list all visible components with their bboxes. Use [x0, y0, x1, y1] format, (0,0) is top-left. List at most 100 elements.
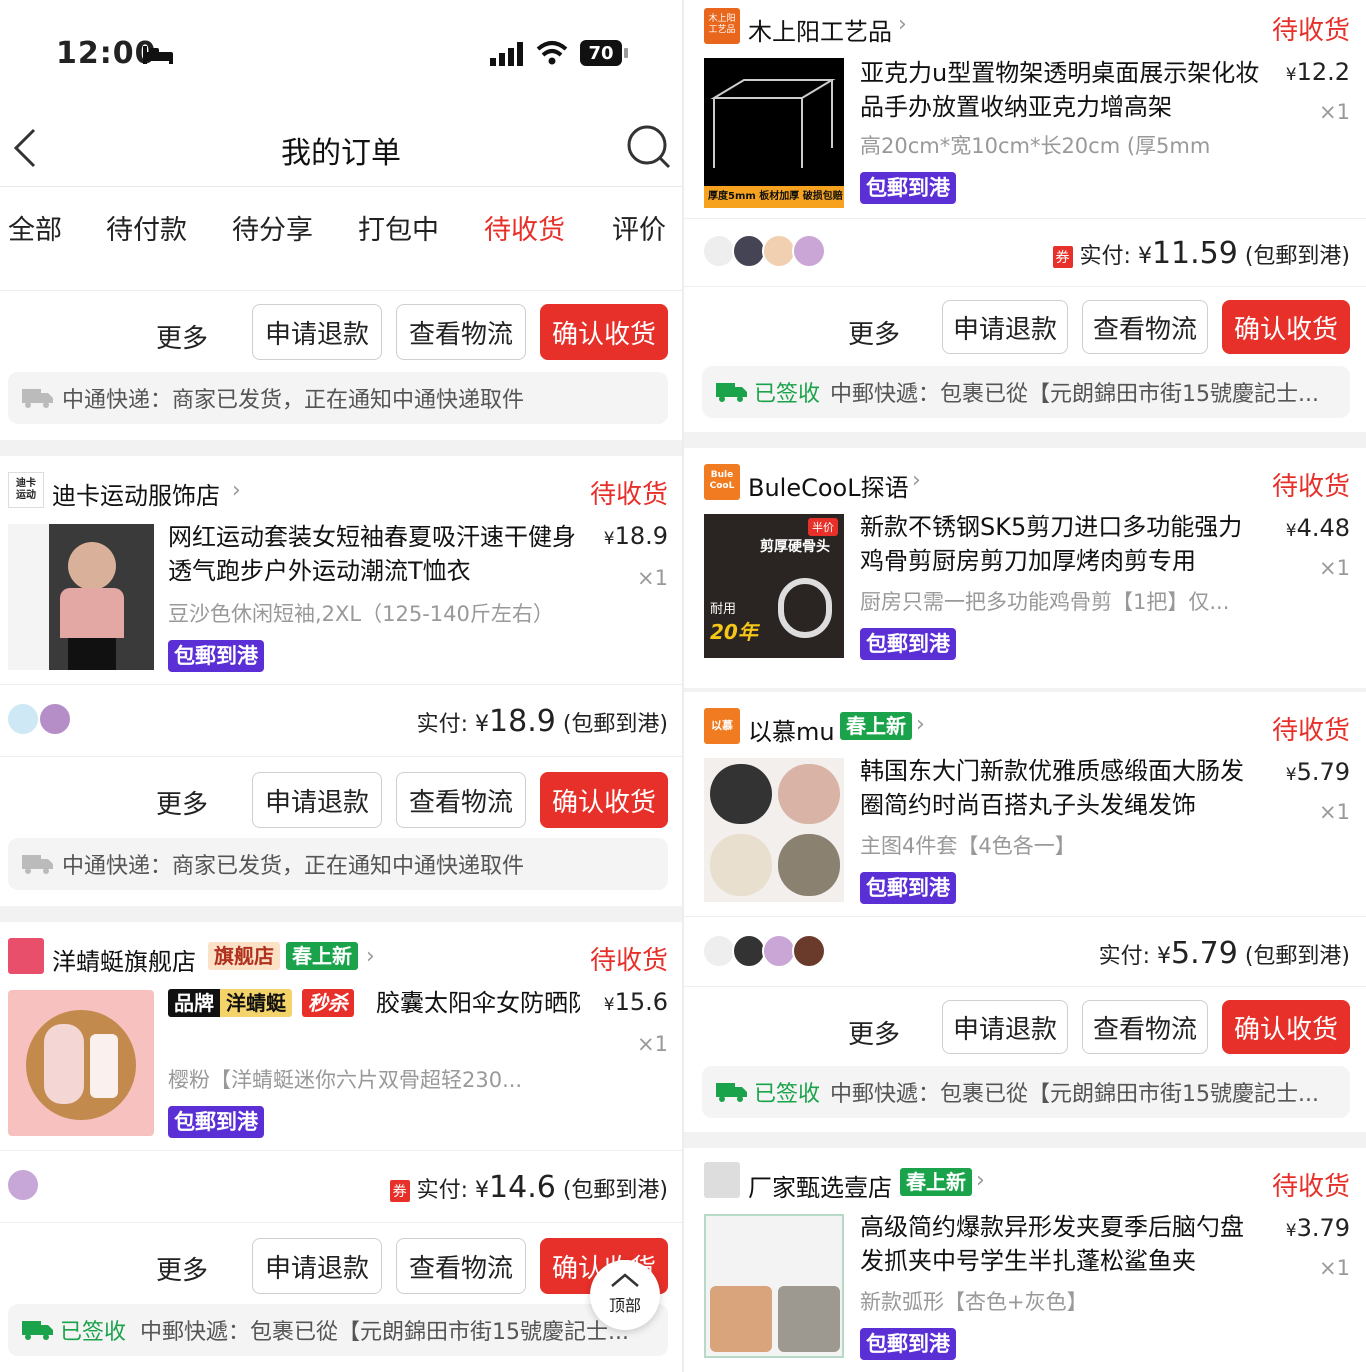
order-status: 待收货 [1272, 16, 1351, 46]
brand-tag: 品牌 [168, 989, 220, 1017]
refund-button[interactable]: 申请退款 [252, 304, 382, 360]
price-value: 3.79 [1296, 1214, 1350, 1242]
paid-label: 实付: [416, 1178, 476, 1203]
up-arrow-icon [611, 1273, 639, 1287]
bed-icon [143, 46, 173, 64]
confirm-receipt-button[interactable]: 确认收货 [1222, 1000, 1350, 1054]
tab-review[interactable]: 评价 [612, 208, 666, 247]
shop-name[interactable]: BuleCooL探语 [748, 468, 909, 503]
product-spec: 新款弧形【杏色+灰色】 [860, 1290, 1088, 1314]
logistics-button[interactable]: 查看物流 [1082, 1000, 1208, 1054]
currency-symbol: ¥ [475, 712, 490, 737]
more-button[interactable]: 更多 [156, 318, 208, 355]
refund-button[interactable]: 申请退款 [252, 1238, 382, 1294]
product-price: ¥3.79 [1272, 1214, 1350, 1242]
confirm-receipt-button[interactable]: 确认收货 [1222, 300, 1350, 354]
currency-symbol: ¥ [1285, 1221, 1297, 1241]
product-qty: ×1 [637, 566, 668, 590]
refund-button[interactable]: 申请退款 [942, 300, 1068, 354]
shop-name[interactable]: 以慕mu [748, 712, 835, 747]
product-qty: ×1 [1319, 800, 1350, 824]
refund-button[interactable]: 申请退款 [942, 1000, 1068, 1054]
chevron-right-icon: › [916, 712, 925, 737]
refund-button[interactable]: 申请退款 [252, 772, 382, 828]
tab-to-receive[interactable]: 待收货 [484, 208, 565, 247]
model-head [68, 542, 116, 590]
logistics-button[interactable]: 查看物流 [1082, 300, 1208, 354]
paid-amount: 实付: ¥5.79 (包郵到港) [1064, 936, 1350, 971]
paid-amount: 券 实付: ¥14.6 (包郵到港) [340, 1170, 668, 1205]
product-title[interactable]: 亚克力u型置物架透明桌面展示架化妆品手办放置收纳亚克力增高架 [860, 56, 1266, 126]
product-title[interactable]: 高级简约爆款异形发夹夏季后脑勺盘发抓夹中号学生半扎蓬松鲨鱼夹 [860, 1210, 1266, 1280]
product-price: ¥12.2 [1272, 58, 1350, 86]
logistics-bar[interactable]: 已签收 中郵快遞：包裹已從【元朗錦田市街15號慶記士... [702, 366, 1350, 418]
product-spec: 樱粉【洋蜻蜓迷你六片双骨超轻230... [168, 1068, 523, 1092]
logistics-text: 中郵快遞：包裹已從【元朗錦田市街15號慶記士... [830, 1082, 1319, 1107]
scissors-handle [778, 578, 832, 638]
divider [684, 218, 1366, 219]
order-card: Bule CooL BuleCooL探语 › 待收货 半价 剪厚硬骨头 耐用 20… [684, 448, 1366, 688]
model-pants [68, 638, 116, 670]
confirm-receipt-button[interactable]: 确认收货 [540, 304, 668, 360]
divider [0, 756, 682, 757]
product-spec: 主图4件套【4色各一】 [860, 834, 1076, 858]
truck-icon [716, 383, 747, 402]
truck-icon [22, 1321, 53, 1340]
product-image[interactable] [8, 990, 154, 1136]
product-title[interactable]: 网红运动套装女短袖春夏吸汗速干健身透气跑步户外运动潮流T恤衣 [168, 520, 578, 590]
logistics-text: 中郵快遞：包裹已從【元朗錦田市街15號慶記士... [140, 1320, 629, 1345]
product-price: ¥5.79 [1272, 758, 1350, 786]
paid-amount: 券 实付: ¥11.59 (包郵到港) [1024, 236, 1350, 271]
product-title[interactable]: 新款不锈钢SK5剪刀进口多功能强力鸡骨剪厨房剪刀加厚烤肉剪专用 [860, 510, 1266, 580]
divider [684, 286, 1366, 287]
logistics-bar[interactable]: 中通快递：商家已发货，正在通知中通快递取件 [8, 838, 668, 890]
clip-photo [710, 1286, 772, 1352]
tab-all[interactable]: 全部 [8, 208, 62, 247]
more-button[interactable]: 更多 [848, 1014, 900, 1051]
shop-name[interactable]: 木上阳工艺品 [748, 12, 892, 47]
more-button[interactable]: 更多 [156, 1250, 208, 1287]
product-image[interactable] [8, 524, 154, 670]
paid-suffix: (包郵到港) [1237, 944, 1350, 969]
shop-name[interactable]: 洋蜻蜓旗舰店 [52, 942, 196, 977]
product-qty: ×1 [1319, 100, 1350, 124]
brand-name-tag: 洋蜻蜓 [220, 989, 292, 1017]
product-image[interactable] [704, 1214, 844, 1358]
confirm-receipt-button[interactable]: 确认收货 [540, 772, 668, 828]
order-status: 待收货 [1272, 716, 1351, 746]
logistics-button[interactable]: 查看物流 [396, 304, 526, 360]
product-title: 胶囊太阳伞女防晒防紫外线遮阳晴雨伞两用迷你五折… [376, 989, 580, 1017]
tab-to-share[interactable]: 待分享 [232, 208, 313, 247]
right-panel: 木上阳 工艺品 木上阳工艺品 › 待收货 厚度5mm 板材加厚 破损包赔 亚克力u… [684, 0, 1366, 1372]
scrunchie-black [710, 764, 772, 824]
price-value: 5.79 [1296, 758, 1350, 786]
product-qty: ×1 [1319, 556, 1350, 580]
divider [0, 1222, 682, 1223]
product-title[interactable]: 韩国东大门新款优雅质感缎面大肠发圈简约时尚百搭丸子头发绳发饰 [860, 754, 1266, 824]
product-title-line1[interactable]: 胶囊太阳伞女防晒防紫外线遮阳晴雨伞两用迷你五折… [376, 986, 580, 1020]
avatar [702, 234, 736, 268]
logistics-bar[interactable]: 中通快递：商家已发货，正在通知中通快递取件 [8, 372, 668, 424]
product-image[interactable]: 半价 剪厚硬骨头 耐用 20年 [704, 514, 844, 658]
tab-packing[interactable]: 打包中 [358, 208, 439, 247]
product-image[interactable] [704, 758, 844, 902]
coupon-icon: 券 [1052, 246, 1073, 268]
logistics-bar[interactable]: 已签收 中郵快遞：包裹已從【元朗錦田市街15號慶記士... [8, 1304, 668, 1356]
product-image[interactable]: 厚度5mm 板材加厚 破损包赔 [704, 58, 844, 208]
signed-label: 已签收 [60, 1320, 127, 1345]
avatar [6, 1168, 40, 1202]
product-spec: 高20cm*宽10cm*长20cm (厚5mm [860, 134, 1211, 158]
logistics-button[interactable]: 查看物流 [396, 1238, 526, 1294]
logistics-bar[interactable]: 已签收 中郵快遞：包裹已從【元朗錦田市街15號慶記士... [702, 1066, 1350, 1118]
shop-name[interactable]: 厂家甄选壹店 [748, 1168, 892, 1203]
search-icon[interactable] [626, 124, 672, 170]
shop-name[interactable]: 迪卡运动服饰店 [52, 476, 220, 511]
order-status: 待收货 [1272, 472, 1351, 502]
logistics-button[interactable]: 查看物流 [396, 772, 526, 828]
signal-icon [490, 42, 523, 66]
more-button[interactable]: 更多 [156, 784, 208, 821]
back-to-top-button[interactable]: 顶部 [590, 1260, 660, 1330]
tab-unpaid[interactable]: 待付款 [106, 208, 187, 247]
currency-symbol: ¥ [1137, 244, 1152, 269]
more-button[interactable]: 更多 [848, 314, 900, 351]
